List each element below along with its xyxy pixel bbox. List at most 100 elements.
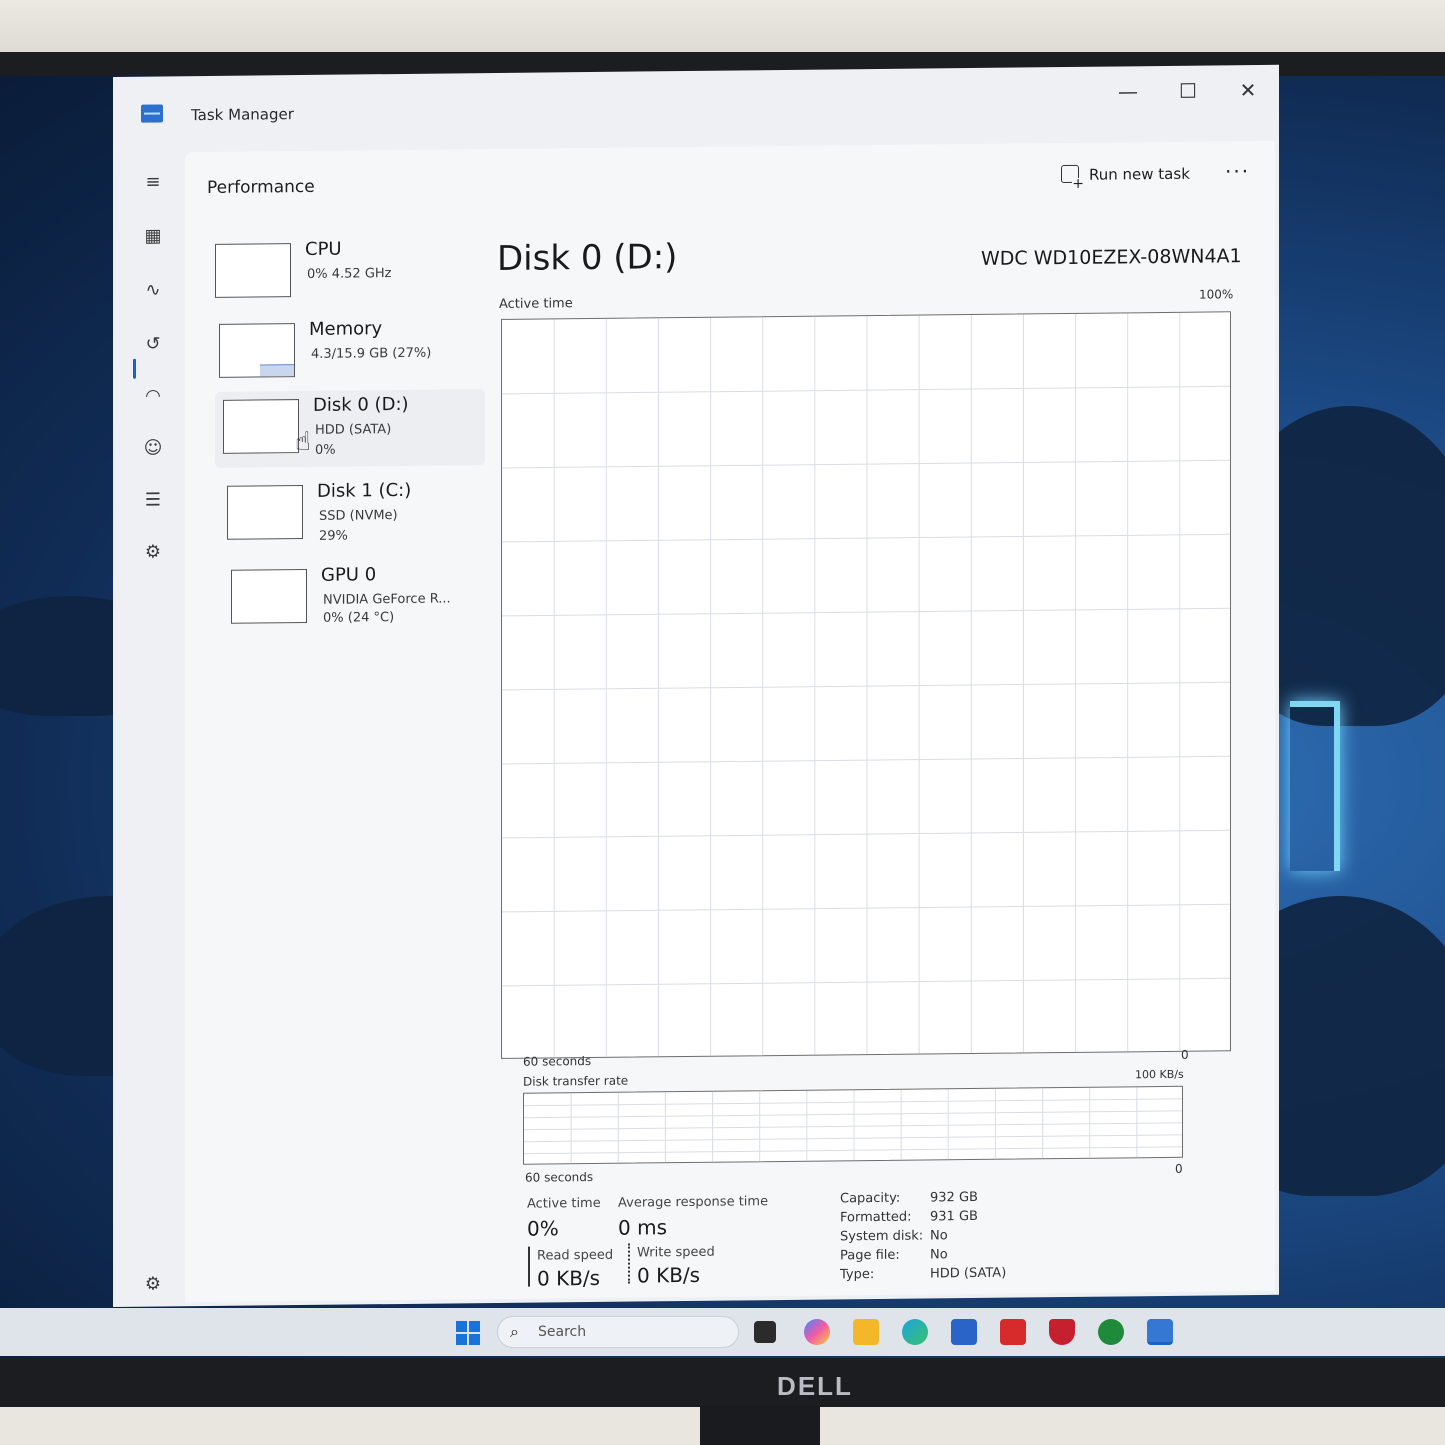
device-detail: 0% 4.52 GHz — [307, 266, 392, 282]
menu-icon[interactable]: ≡ — [141, 170, 165, 194]
device-type: NVIDIA GeForce R... — [323, 591, 451, 608]
device-type: HDD (SATA) — [315, 422, 392, 438]
title-bar: Task Manager — ☐ ✕ — [113, 65, 1279, 149]
capacity-value: 932 GB — [930, 1189, 978, 1206]
transfer-rate-graph — [523, 1085, 1183, 1165]
active-time-duration: 60 seconds — [523, 1053, 592, 1069]
transfer-rate-grid — [524, 1087, 1183, 1165]
device-item-disk-1[interactable]: Disk 1 (C:) SSD (NVMe) 29% — [219, 475, 489, 554]
memory-thumbnail-graph — [219, 323, 295, 378]
navigation-rail: ≡ ▦ ∿ ↺ ◠ ☺ ☰ ⚙ ⚙ — [113, 148, 185, 1299]
device-name: Memory — [309, 318, 383, 340]
start-tile — [456, 1334, 467, 1345]
transfer-rate-duration: 60 seconds — [525, 1169, 594, 1185]
close-button[interactable]: ✕ — [1228, 75, 1268, 105]
start-tile — [456, 1321, 467, 1332]
write-speed-value: 0 KB/s — [637, 1262, 701, 1288]
device-name: GPU 0 — [321, 564, 377, 586]
memory-usage-fill — [260, 364, 294, 377]
hand-cursor-icon: ☝ — [295, 426, 311, 458]
l-app-icon[interactable] — [1000, 1319, 1026, 1345]
window-title: Task Manager — [191, 105, 294, 125]
formatted-key: Formatted: — [840, 1209, 912, 1226]
cpu-thumbnail-graph — [215, 243, 291, 298]
device-item-gpu-0[interactable]: GPU 0 NVIDIA GeForce R... 0% (24 °C) — [223, 559, 493, 638]
edge-icon[interactable] — [902, 1319, 928, 1345]
disk1-thumbnail-graph — [227, 485, 303, 540]
wall-background — [0, 0, 1445, 60]
monitor-brand-logo: DELL — [777, 1371, 853, 1401]
minimize-button[interactable]: — — [1108, 76, 1148, 106]
disk-title: Disk 0 (D:) — [497, 237, 678, 279]
device-usage: 0% — [315, 442, 336, 458]
device-item-disk-0[interactable]: Disk 0 (D:) HDD (SATA) 0% ☝ — [215, 389, 485, 468]
run-task-icon — [1061, 164, 1079, 184]
services-icon[interactable]: ⚙ — [141, 540, 165, 564]
active-time-min: 0 — [1181, 1047, 1189, 1062]
device-item-cpu[interactable]: CPU 0% 4.52 GHz — [207, 233, 477, 312]
task-manager-icon — [141, 104, 163, 123]
active-time-label: Active time — [499, 296, 573, 312]
active-time-stat-label: Active time — [527, 1195, 601, 1212]
active-time-graph — [501, 311, 1231, 1059]
read-speed-divider — [528, 1246, 530, 1287]
avg-response-value: 0 ms — [618, 1215, 667, 1240]
device-name: Disk 0 (D:) — [313, 393, 409, 416]
page-file-value: No — [930, 1247, 948, 1263]
startup-apps-icon[interactable]: ◠ — [141, 384, 165, 408]
write-speed-divider — [628, 1243, 630, 1284]
device-item-memory[interactable]: Memory 4.3/15.9 GB (27%) — [211, 313, 481, 392]
disk-model: WDC WD10EZEX-08WN4A1 — [981, 245, 1242, 270]
formatted-value: 931 GB — [930, 1208, 978, 1225]
read-speed-value: 0 KB/s — [537, 1265, 601, 1291]
task-manager-window: Task Manager — ☐ ✕ ≡ ▦ ∿ ↺ ◠ ☺ ☰ ⚙ ⚙ Per… — [113, 64, 1279, 1308]
start-button[interactable] — [456, 1321, 480, 1345]
run-new-task-label: Run new task — [1089, 164, 1190, 184]
system-disk-key: System disk: — [840, 1228, 924, 1245]
avg-response-label: Average response time — [618, 1194, 769, 1211]
file-explorer-icon[interactable] — [853, 1319, 879, 1345]
more-options-button[interactable]: ··· — [1225, 159, 1250, 183]
performance-icon[interactable]: ∿ — [141, 278, 165, 302]
monitor-stand — [700, 1405, 820, 1445]
capacity-key: Capacity: — [840, 1190, 901, 1207]
app-history-icon[interactable]: ↺ — [141, 332, 165, 356]
device-type: SSD (NVMe) — [319, 508, 398, 524]
start-tile — [469, 1321, 480, 1332]
active-time-grid — [502, 312, 1231, 1059]
device-name: CPU — [305, 238, 342, 260]
active-time-stat-value: 0% — [527, 1216, 559, 1241]
active-indicator — [133, 358, 136, 379]
transfer-rate-max: 100 KB/s — [1135, 1067, 1184, 1082]
transfer-rate-label: Disk transfer rate — [523, 1073, 629, 1089]
performance-page: Performance Run new task ··· CPU 0% 4.52… — [185, 140, 1275, 1303]
start-tile — [469, 1334, 480, 1345]
taskbar-search[interactable]: ⌕ Search — [497, 1316, 739, 1348]
page-title: Performance — [207, 176, 315, 199]
write-speed-label: Write speed — [637, 1244, 715, 1261]
active-time-max: 100% — [1199, 287, 1234, 302]
search-icon: ⌕ — [510, 1322, 519, 1341]
users-icon[interactable]: ☺ — [141, 436, 165, 460]
disk0-thumbnail-graph — [223, 399, 299, 454]
store-icon[interactable] — [951, 1319, 977, 1345]
processes-icon[interactable]: ▦ — [141, 224, 165, 248]
search-placeholder: Search — [538, 1324, 587, 1340]
run-new-task-button[interactable]: Run new task — [1061, 164, 1190, 184]
type-value: HDD (SATA) — [930, 1265, 1007, 1282]
task-view-icon[interactable] — [754, 1321, 776, 1343]
copilot-icon[interactable] — [804, 1319, 830, 1345]
mcafee-icon[interactable] — [1049, 1319, 1075, 1345]
wallpaper-neon-shape — [1290, 701, 1340, 871]
xbox-icon[interactable] — [1098, 1319, 1124, 1345]
details-icon[interactable]: ☰ — [141, 488, 165, 512]
device-usage: 0% (24 °C) — [323, 610, 395, 626]
device-detail: 4.3/15.9 GB (27%) — [311, 345, 432, 362]
page-file-key: Page file: — [840, 1247, 900, 1264]
transfer-rate-min: 0 — [1175, 1161, 1183, 1176]
device-name: Disk 1 (C:) — [317, 479, 412, 502]
maximize-button[interactable]: ☐ — [1168, 76, 1208, 106]
settings-icon[interactable]: ⚙ — [141, 1272, 165, 1296]
read-speed-label: Read speed — [537, 1247, 614, 1264]
task-manager-taskbar-icon[interactable] — [1147, 1319, 1173, 1345]
